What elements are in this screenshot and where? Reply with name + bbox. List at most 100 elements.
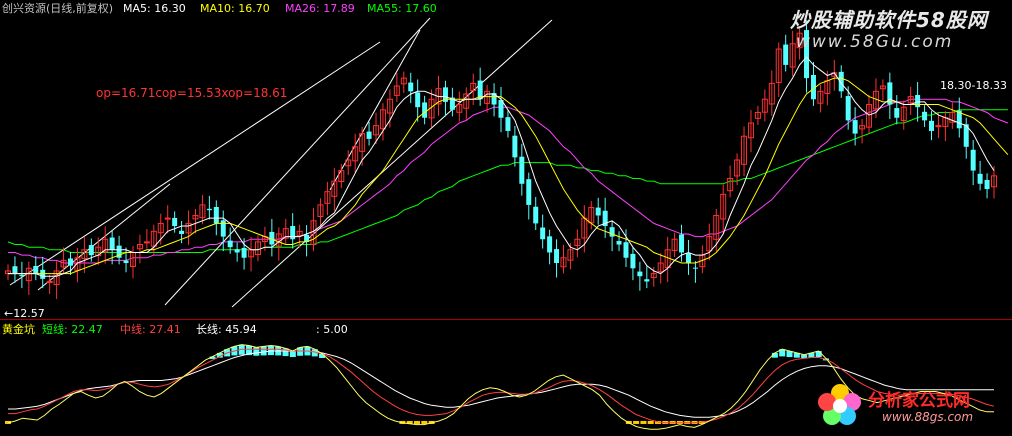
trendline [9, 41, 381, 286]
indicator-bar-low [647, 420, 654, 424]
candle [907, 86, 914, 115]
candle [547, 229, 553, 265]
candle [519, 143, 525, 196]
candle-body-down [922, 111, 928, 121]
candle [984, 173, 990, 199]
candle [970, 140, 976, 186]
candle [379, 103, 386, 141]
candle [845, 86, 851, 130]
ma26-label: MA26: 17.89 [285, 2, 355, 15]
candle [949, 102, 956, 129]
candle [456, 91, 463, 122]
candle-body-down [554, 249, 560, 264]
indicator-title: 黄金坑 [2, 323, 35, 336]
trendline [231, 19, 553, 308]
candle [859, 119, 866, 144]
indicator-bar-low [633, 420, 640, 424]
indicator-bar-low [414, 420, 421, 424]
candle-body-down [179, 230, 185, 234]
candle-body-down [692, 267, 698, 269]
candle [664, 236, 671, 283]
candle [533, 196, 539, 230]
candle [408, 72, 414, 104]
candle-body-down [241, 247, 247, 258]
candle [560, 244, 567, 274]
candle-body-down [88, 245, 94, 256]
candle-body-down [206, 208, 212, 211]
candle [685, 239, 691, 275]
candle-body-down [234, 249, 240, 253]
candle [630, 247, 636, 281]
candle [526, 172, 532, 220]
candle [12, 256, 18, 283]
candle-body-down [290, 226, 296, 240]
candle-body-down [970, 149, 976, 171]
chart-window: 创兴资源(日线,前复权) MA5: 16.30 MA10: 16.70 MA26… [0, 0, 1012, 436]
candle [922, 105, 928, 127]
candle-body-down [67, 258, 73, 266]
kline-chart[interactable] [0, 0, 1012, 436]
candle-body-down [220, 220, 226, 237]
candle [206, 195, 212, 220]
candle [40, 256, 46, 289]
candle [185, 210, 192, 245]
trendline-layer [9, 17, 553, 308]
candle [817, 84, 824, 113]
candle-body-down [33, 265, 39, 274]
extra-value-label: : 5.00 [316, 323, 348, 336]
watermark-88gs: 分析家公式网 [868, 391, 970, 411]
watermark-58gu-url: www.58Gu.com [796, 32, 954, 52]
candle [331, 168, 338, 211]
candle [574, 229, 581, 258]
stock-title: 创兴资源(日线,前复权) [2, 2, 114, 15]
candle-body-up [143, 241, 150, 244]
candle [317, 198, 324, 226]
candle-body-down [679, 234, 685, 253]
candle [761, 89, 768, 122]
candle [53, 261, 60, 299]
candle [977, 160, 983, 191]
candle [637, 261, 643, 291]
candle-body-down [929, 120, 935, 131]
candle-body-down [616, 241, 622, 245]
candle [747, 110, 754, 153]
candle-body-down [19, 274, 25, 277]
candle [352, 133, 359, 173]
candle-body-down [595, 207, 601, 216]
candle-body-down [685, 252, 691, 264]
candle [540, 214, 546, 249]
watermark-88gs-url: www.88gs.com [882, 410, 974, 424]
candle-body-down [519, 156, 525, 184]
candle [616, 231, 622, 252]
candle [657, 253, 664, 284]
trendline [329, 29, 421, 191]
candle [164, 205, 171, 234]
candle [484, 84, 491, 113]
candle [956, 97, 962, 138]
candle-body-down [366, 131, 372, 139]
candle-body-down [505, 117, 511, 131]
long-line-label: 长线: 45.94 [196, 323, 257, 336]
candle [810, 62, 816, 106]
candle [33, 256, 39, 281]
candle-body-down [512, 135, 518, 158]
candle [275, 227, 282, 261]
candle [248, 236, 255, 272]
candle [554, 239, 560, 278]
short-line-label: 短线: 22.47 [42, 323, 103, 336]
candle [775, 42, 782, 97]
watermark-58gu: 炒股辅助软件58股网 [790, 8, 988, 32]
candle [935, 112, 942, 139]
candle-body-down [172, 217, 178, 227]
candle [498, 86, 504, 133]
candle [5, 264, 11, 281]
candle [220, 210, 226, 252]
low-price-label: ←12.57 [4, 307, 45, 320]
candle-body-down [644, 279, 650, 282]
candle [393, 73, 400, 102]
candle-layer [5, 20, 997, 299]
indicator-bar-high [289, 351, 296, 358]
candle-body-down [408, 82, 414, 92]
candle [789, 30, 796, 77]
indicator-bar-high [267, 345, 274, 356]
